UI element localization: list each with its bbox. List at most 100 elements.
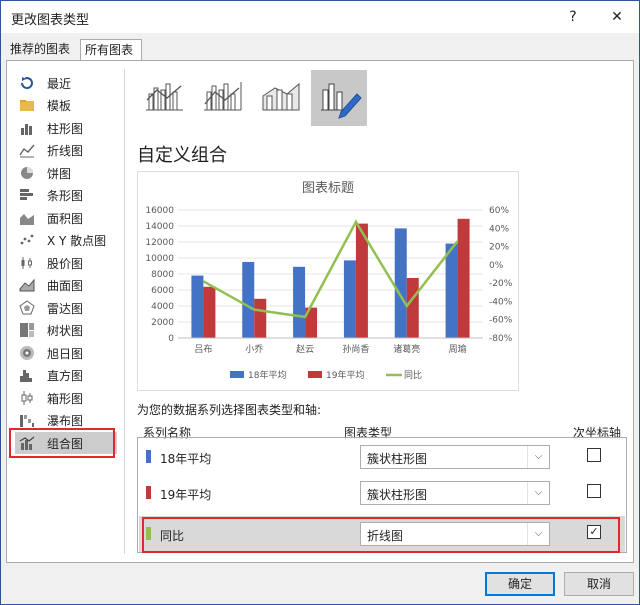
- y-secondary-tick-label: -60%: [489, 316, 513, 326]
- bar-series2: [457, 218, 470, 338]
- secondary-axis-checkbox[interactable]: [587, 448, 601, 462]
- sidebar-item-label: 模板: [47, 99, 72, 113]
- treemap-chart-icon: [19, 322, 35, 338]
- sidebar-item-label: 直方图: [47, 369, 84, 383]
- help-button[interactable]: ?: [561, 5, 585, 29]
- bar-series2: [406, 278, 419, 338]
- x-tick-label: 孙尚香: [342, 343, 369, 355]
- column-chart-icon: [19, 120, 35, 136]
- sidebar-item-label: 旭日图: [47, 347, 84, 361]
- combo-type-custom[interactable]: [311, 70, 367, 126]
- sidebar-item-recent[interactable]: 最近: [15, 72, 117, 94]
- sidebar-item-label: 饼图: [47, 167, 72, 181]
- y-secondary-tick-label: 20%: [489, 243, 509, 253]
- y-primary-tick-label: 2000: [151, 318, 174, 328]
- x-tick-label: 周瑜: [449, 343, 467, 355]
- surface-chart-icon: [19, 277, 35, 293]
- sidebar-divider: [124, 69, 125, 554]
- sidebar-item-label: 瀑布图: [47, 414, 84, 428]
- legend-swatch: [308, 371, 322, 378]
- sidebar-item-scatter-chart[interactable]: X Y 散点图: [15, 229, 117, 251]
- radar-chart-icon: [19, 300, 35, 316]
- boxplot-chart-icon: [19, 390, 35, 406]
- combo-type-area-column[interactable]: [253, 70, 309, 126]
- sidebar-item-radar-chart[interactable]: 雷达图: [15, 297, 117, 319]
- sidebar-item-label: 树状图: [47, 324, 84, 338]
- sidebar-item-label: 条形图: [47, 189, 84, 203]
- recent-icon: [19, 75, 35, 91]
- bar-chart-icon: [19, 187, 35, 203]
- chart-preview: 图表标题 0 2000 4000 6000 8000 10000 12000 14000 1600…: [137, 171, 519, 391]
- series-name: 19年平均: [160, 488, 212, 502]
- chevron-down-icon[interactable]: ⌵: [527, 446, 549, 468]
- bar-series1: [242, 262, 255, 338]
- sidebar-item-histogram-chart[interactable]: 直方图: [15, 364, 117, 386]
- legend-swatch: [230, 371, 244, 378]
- chart-type-dropdown[interactable]: 簇状柱形图 ⌵: [360, 445, 550, 469]
- change-chart-type-dialog: 更改图表类型 ? ✕ 推荐的图表 所有图表 最近模板柱形图折线图饼图条形图面积图…: [0, 0, 640, 605]
- series-color-swatch: [146, 450, 151, 463]
- sidebar-item-folder[interactable]: 模板: [15, 94, 117, 116]
- highlight-box-series-row: [142, 517, 620, 553]
- sunburst-chart-icon: [19, 345, 35, 361]
- sidebar-item-sunburst-chart[interactable]: 旭日图: [15, 342, 117, 364]
- series-name: 18年平均: [160, 452, 212, 466]
- instruction-text: 为您的数据系列选择图表类型和轴:: [137, 403, 322, 417]
- sidebar-item-label: 箱形图: [47, 392, 84, 406]
- title-bar: 更改图表类型 ? ✕: [1, 1, 639, 33]
- bar-series1: [343, 260, 356, 338]
- ok-button[interactable]: 确定: [485, 572, 555, 596]
- y-secondary-tick-label: -40%: [489, 297, 513, 307]
- combo-clustered-line-icon: [146, 83, 183, 111]
- sidebar-item-label: 雷达图: [47, 302, 84, 316]
- main-panel: 最近模板柱形图折线图饼图条形图面积图 X Y 散点图 股价图曲面图雷达图树状图旭日图…: [6, 60, 634, 563]
- close-button[interactable]: ✕: [605, 5, 629, 29]
- sidebar-item-area-chart[interactable]: 面积图: [15, 207, 117, 229]
- line-series-yoy: [202, 219, 459, 319]
- chevron-down-icon[interactable]: ⌵: [527, 482, 549, 504]
- combo-chart-svg: 图表标题 0 2000 4000 6000 8000 10000 12000 14000 1600…: [145, 181, 513, 381]
- bar-series1: [394, 228, 407, 338]
- highlight-box-combo-item: [9, 428, 115, 458]
- secondary-axis-checkbox[interactable]: [587, 484, 601, 498]
- bar-series1: [191, 275, 204, 338]
- sidebar-item-surface-chart[interactable]: 曲面图: [15, 274, 117, 296]
- sidebar-item-boxplot-chart[interactable]: 箱形图: [15, 387, 117, 409]
- tab-all-charts[interactable]: 所有图表: [80, 39, 142, 62]
- chart-title: 图表标题: [302, 181, 354, 196]
- histogram-chart-icon: [19, 367, 35, 383]
- section-title: 自定义组合: [137, 145, 227, 166]
- combo-type-clustered-line-secondary[interactable]: [195, 70, 251, 126]
- sidebar-item-column-chart[interactable]: 柱形图: [15, 117, 117, 139]
- y-secondary-tick-label: 60%: [489, 206, 509, 216]
- line-chart-icon: [19, 142, 35, 158]
- y-primary-tick-label: 12000: [145, 238, 174, 248]
- sidebar-item-label: 柱形图: [47, 122, 84, 136]
- sidebar-item-label: 曲面图: [47, 279, 84, 293]
- sidebar-item-label: 面积图: [47, 212, 84, 226]
- chart-type-dropdown[interactable]: 簇状柱形图 ⌵: [360, 481, 550, 505]
- x-tick-label: 吕布: [194, 343, 212, 355]
- tab-recommended[interactable]: 推荐的图表: [6, 39, 78, 61]
- x-tick-label: 赵云: [296, 343, 314, 355]
- waterfall-chart-icon: [19, 412, 35, 428]
- y-primary-tick-label: 14000: [145, 222, 174, 232]
- legend-label: 同比: [404, 369, 422, 381]
- series-color-swatch: [146, 486, 151, 499]
- chart-type-value: 簇状柱形图: [367, 488, 428, 502]
- cancel-button[interactable]: 取消: [564, 572, 634, 596]
- sidebar-item-pie-chart[interactable]: 饼图: [15, 162, 117, 184]
- sidebar-item-label: 折线图: [47, 144, 84, 158]
- y-primary-tick-label: 0: [168, 334, 174, 344]
- y-secondary-tick-label: -20%: [489, 279, 513, 289]
- y-secondary-tick-label: 40%: [489, 224, 509, 234]
- sidebar-item-stock-chart[interactable]: 股价图: [15, 252, 117, 274]
- legend-label: 19年平均: [326, 369, 364, 381]
- sidebar-item-treemap-chart[interactable]: 树状图: [15, 319, 117, 341]
- series-grid: 18年平均 簇状柱形图 ⌵ 19年平均 簇状柱形图 ⌵ 同比 折线图 ⌵ ✓: [137, 437, 627, 553]
- sidebar-item-bar-chart[interactable]: 条形图: [15, 184, 117, 206]
- sidebar-item-line-chart[interactable]: 折线图: [15, 139, 117, 161]
- combo-type-clustered-line[interactable]: [137, 70, 193, 126]
- y-primary-tick-label: 10000: [145, 254, 174, 264]
- combo-clustered-line-secondary-icon: [204, 82, 242, 111]
